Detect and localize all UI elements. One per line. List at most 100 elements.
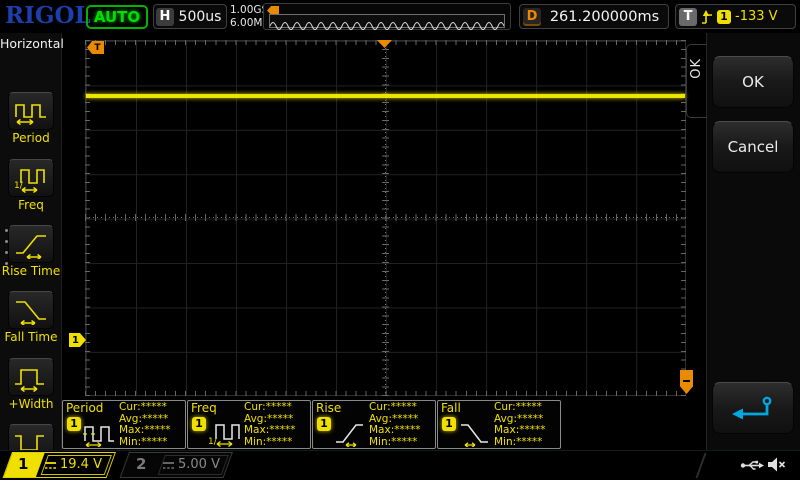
avg-value: *****: [267, 413, 293, 425]
channel1-number: 1: [18, 455, 28, 473]
preview-wave-icon: [270, 18, 504, 30]
preview-wave-strip: [269, 14, 505, 28]
avg-value: *****: [142, 413, 168, 425]
cur-value: *****: [391, 401, 417, 413]
trigger-label: T: [679, 8, 697, 26]
avg-label: Avg:: [244, 413, 267, 425]
measurement-values: Cur:***** Avg:***** Max:***** Min:*****: [494, 402, 546, 449]
plus-width-icon: [13, 362, 49, 392]
measurement-box-freq[interactable]: Freq 1 1/ Cur:***** Avg:***** Max:***** …: [187, 400, 311, 449]
min-label: Min:: [369, 436, 391, 448]
channel1-scale-value: 19.4 V: [60, 457, 102, 472]
period-icon: [82, 417, 118, 447]
measurement-box-period[interactable]: Period 1 Cur:***** Avg:***** Max:***** M…: [62, 400, 186, 449]
sidebar-item-label: Period: [0, 131, 62, 145]
measurement-values: Cur:***** Avg:***** Max:***** Min:*****: [244, 402, 296, 449]
min-label: Min:: [494, 436, 516, 448]
min-value: *****: [391, 436, 417, 448]
fall-time-icon: [457, 417, 493, 447]
period-button[interactable]: [8, 92, 54, 130]
scroll-indicator-dot: [5, 262, 8, 265]
freq-icon: 1/: [13, 163, 49, 193]
avg-value: *****: [517, 413, 543, 425]
measurement-values: Cur:***** Avg:***** Max:***** Min:*****: [369, 402, 421, 449]
cur-label: Cur:: [244, 401, 266, 413]
sidebar-item-freq[interactable]: 1/ Freq: [0, 159, 62, 212]
sidebar-item-label: Fall Time: [0, 330, 62, 344]
cur-value: *****: [516, 401, 542, 413]
min-value: *****: [266, 436, 292, 448]
ok-button-label: OK: [742, 73, 764, 91]
run-status-badge: AUTO: [86, 5, 148, 29]
measurement-box-fall[interactable]: Fall 1 Cur:***** Avg:***** Max:***** Min…: [437, 400, 561, 449]
measurement-name: Rise: [316, 401, 341, 415]
min-value: *****: [516, 436, 542, 448]
oscilloscope-screen: RIGOL AUTO H 500us 1.00GSa/s 6.00M pts D…: [0, 0, 800, 480]
cur-label: Cur:: [369, 401, 391, 413]
scroll-indicator-dot: [5, 251, 8, 254]
avg-value: *****: [392, 413, 418, 425]
menu-back-button[interactable]: [712, 382, 794, 434]
cur-value: *****: [141, 401, 167, 413]
avg-label: Avg:: [494, 413, 517, 425]
freq-button[interactable]: 1/: [8, 159, 54, 197]
channel2-scale-value: 5.00 V: [178, 457, 220, 472]
measurement-name: Freq: [191, 401, 217, 415]
waveform-preview: [263, 3, 511, 30]
dc-coupling-icon: [162, 461, 175, 470]
timebase-value: 500us: [174, 9, 226, 25]
trigger-level-value: -133 V: [735, 9, 778, 24]
trigger-readout: T 1 -133 V: [675, 4, 796, 29]
period-icon: [13, 96, 49, 126]
measurement-box-rise[interactable]: Rise 1 Cur:***** Avg:***** Max:***** Min…: [312, 400, 436, 449]
channel-badge: 1: [192, 417, 206, 431]
scroll-indicator-dot: [5, 240, 8, 243]
channel-badge: 1: [442, 417, 456, 431]
sidebar-item-label: Rise Time: [0, 264, 62, 278]
cancel-button[interactable]: Cancel: [712, 121, 794, 173]
channel-badge: 1: [67, 417, 81, 431]
horizontal-timebase-readout: H 500us: [153, 4, 227, 29]
channel-badge: 1: [317, 417, 331, 431]
rise-time-button[interactable]: [8, 225, 54, 263]
avg-label: Avg:: [369, 413, 392, 425]
max-value: *****: [144, 424, 170, 436]
max-value: *****: [394, 424, 420, 436]
measurement-name: Period: [66, 401, 103, 415]
menu-tab-label: OK: [689, 58, 704, 79]
sidebar-item-fall-time[interactable]: Fall Time: [0, 291, 62, 344]
sidebar-item-plus-width[interactable]: +Width: [0, 358, 62, 411]
trigger-level-marker-bar: [683, 380, 690, 382]
min-label: Min:: [244, 436, 266, 448]
channel1-level-marker[interactable]: 1: [69, 333, 86, 347]
plus-width-button[interactable]: [8, 358, 54, 396]
return-arrow-icon: [727, 394, 779, 422]
fall-time-button[interactable]: [8, 291, 54, 329]
trigger-source-badge: 1: [717, 10, 731, 24]
measurement-name: Fall: [441, 401, 461, 415]
horizontal-label: H: [156, 8, 174, 26]
scroll-indicator-dot: [5, 229, 8, 232]
delay-value: 261.200000ms: [541, 9, 668, 25]
sidebar-item-rise-time[interactable]: Rise Time: [0, 225, 62, 278]
max-value: *****: [269, 424, 295, 436]
max-label: Max:: [369, 424, 394, 436]
ok-button[interactable]: OK: [712, 56, 794, 108]
rising-edge-icon: [701, 9, 713, 25]
max-value: *****: [519, 424, 545, 436]
sidebar-item-label: +Width: [0, 397, 62, 411]
top-status-bar: RIGOL AUTO H 500us 1.00GSa/s 6.00M pts D…: [0, 0, 800, 33]
avg-label: Avg:: [119, 413, 142, 425]
measure-sidebar: Horizontal Period 1/ Freq: [0, 33, 62, 450]
max-label: Max:: [494, 424, 519, 436]
sidebar-item-period[interactable]: Period: [0, 92, 62, 145]
measurement-values: Cur:***** Avg:***** Max:***** Min:*****: [119, 402, 171, 449]
sidebar-title: Horizontal: [0, 36, 62, 51]
rise-time-icon: [13, 229, 49, 259]
dc-coupling-icon: [44, 461, 57, 470]
cancel-button-label: Cancel: [728, 138, 779, 156]
sidebar-item-label: Freq: [0, 198, 62, 212]
delay-readout: D 261.200000ms: [519, 4, 669, 29]
delay-label: D: [523, 8, 541, 26]
cur-label: Cur:: [119, 401, 141, 413]
